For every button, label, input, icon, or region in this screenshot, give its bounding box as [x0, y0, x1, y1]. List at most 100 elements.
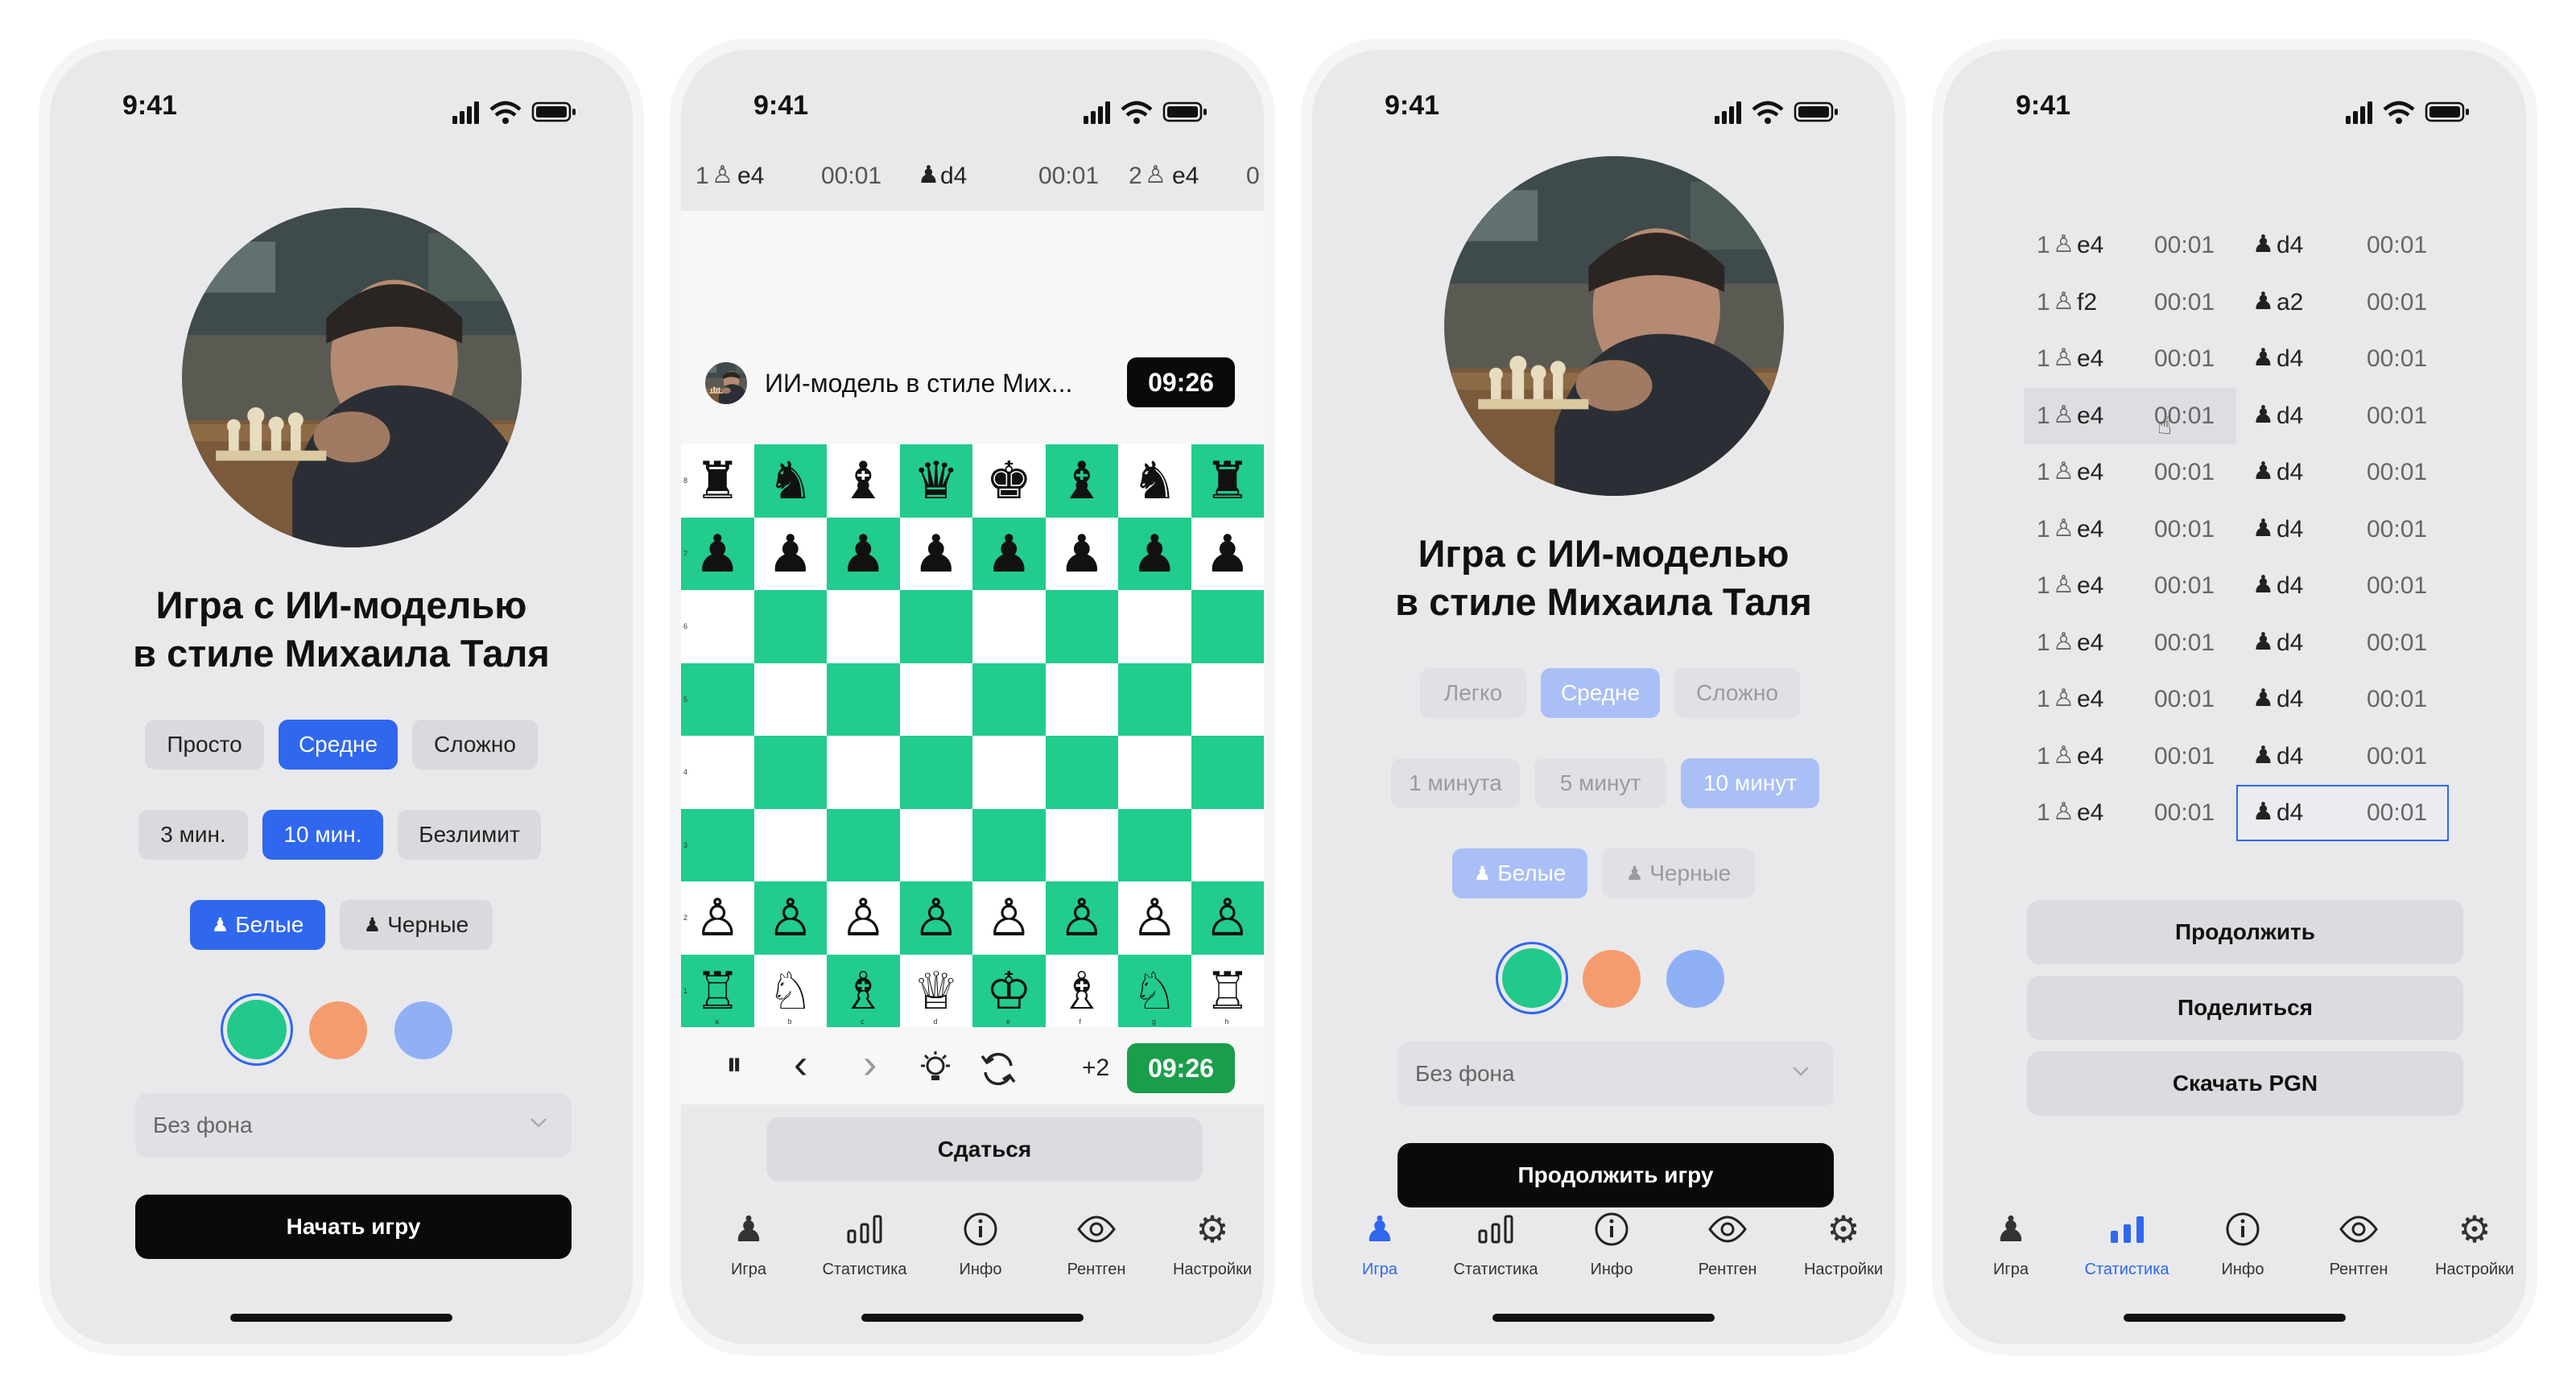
board-square[interactable]: ♖	[681, 954, 754, 1027]
board-square[interactable]: ♙	[1045, 881, 1118, 955]
chess-board[interactable]: ♜ ♞ ♝ ♛ ♚ ♝ ♞ ♜ 8 ♟ ♟ ♟ ♟ ♟ ♟ ♟ ♟ 7 6 5 4 3 ♙ ♙ ♙ ♙ ♙ ♙ ♙ ♙ 2 ♖ ♘ ♗ ♕ ♔ ♗ ♘ ♖ 1…	[681, 444, 1264, 1027]
board-square[interactable]	[899, 590, 972, 663]
board-square[interactable]: ♟	[827, 517, 900, 590]
board-square[interactable]	[972, 736, 1046, 809]
board-square[interactable]: ♟	[1118, 517, 1191, 590]
chess-piece[interactable]: ♘	[1132, 965, 1178, 1017]
tab-xray[interactable]: Рентген	[1671, 1209, 1784, 1279]
move-row[interactable]: 1 ♙ e4 00:01 ♟ d4 00:01	[2024, 387, 2458, 444]
board-square[interactable]: ♞	[1118, 444, 1191, 518]
pause-icon[interactable]: ⏸	[726, 1046, 742, 1083]
chess-piece[interactable]: ♙	[1204, 892, 1250, 943]
hint-bulb-icon[interactable]	[918, 1051, 953, 1087]
time-1min-button[interactable]: 1 минута	[1391, 758, 1520, 808]
board-square[interactable]	[827, 808, 900, 881]
back-icon[interactable]: ‹	[794, 1040, 807, 1088]
chess-piece[interactable]: ♗	[840, 965, 886, 1017]
board-square[interactable]: ♟	[681, 517, 754, 590]
chess-piece[interactable]: ♖	[695, 965, 741, 1017]
time-5min-button[interactable]: 5 минут	[1534, 758, 1666, 808]
difficulty-hard-button[interactable]: Сложно	[1674, 668, 1800, 718]
board-square[interactable]	[1191, 736, 1264, 809]
board-square[interactable]	[681, 808, 754, 881]
board-square[interactable]	[899, 808, 972, 881]
board-square[interactable]: ♕	[899, 954, 972, 1027]
board-square[interactable]	[1045, 590, 1118, 663]
move-row[interactable]: 1 ♙ e4 00:01 ♟ d4 00:01	[2024, 217, 2458, 274]
background-select[interactable]: Без фона	[1397, 1042, 1834, 1106]
tab-info[interactable]: Инфо	[1555, 1209, 1668, 1279]
board-square[interactable]: ♟	[1045, 517, 1118, 590]
color-swatch-green[interactable]	[221, 993, 293, 1066]
board-square[interactable]	[827, 590, 900, 663]
chess-piece[interactable]: ♞	[1132, 455, 1178, 506]
board-square[interactable]: ♙	[681, 881, 754, 955]
color-swatch-green[interactable]	[1496, 942, 1568, 1014]
chess-piece[interactable]: ♙	[1132, 892, 1178, 943]
board-square[interactable]	[899, 736, 972, 809]
chess-piece[interactable]: ♟	[1059, 528, 1104, 580]
side-black-button[interactable]: ♟ Черные	[340, 900, 493, 950]
board-square[interactable]	[753, 736, 827, 809]
chess-piece[interactable]: ♗	[1059, 965, 1104, 1017]
move-row[interactable]: 1 ♙ e4 00:01 ♟ d4 00:01	[2024, 615, 2458, 671]
chess-piece[interactable]: ♝	[840, 455, 886, 506]
chess-piece[interactable]: ♙	[695, 892, 741, 943]
chess-piece[interactable]: ♟	[695, 528, 741, 580]
chess-piece[interactable]: ♛	[913, 455, 959, 506]
tab-settings[interactable]: ⚙ Настройки	[2418, 1208, 2526, 1279]
time-3min-button[interactable]: 3 мин.	[138, 810, 248, 860]
forward-icon[interactable]: ›	[863, 1040, 877, 1088]
chess-piece[interactable]: ♙	[767, 892, 813, 943]
chess-piece[interactable]: ♚	[986, 455, 1032, 506]
move-row[interactable]: 1 ♙ e4 00:01 ♟ d4 00:01	[2024, 444, 2458, 501]
chess-piece[interactable]: ♙	[913, 892, 959, 943]
move-row[interactable]: 1 ♙ e4 00:01 ♟ d4 00:01	[2024, 671, 2458, 728]
board-square[interactable]	[1118, 736, 1191, 809]
chess-piece[interactable]: ♔	[986, 965, 1032, 1017]
chess-piece[interactable]: ♜	[1204, 455, 1250, 506]
board-square[interactable]: ♝	[827, 444, 900, 518]
board-square[interactable]: ♞	[753, 444, 827, 518]
chess-piece[interactable]: ♟	[767, 528, 813, 580]
board-square[interactable]	[681, 736, 754, 809]
tab-statistics[interactable]: Статистика	[1439, 1209, 1552, 1279]
board-square[interactable]	[681, 590, 754, 663]
side-white-button[interactable]: ♟ Белые	[190, 900, 325, 950]
difficulty-easy-button[interactable]: Легко	[1420, 668, 1526, 718]
color-swatch-blue[interactable]	[394, 1001, 452, 1059]
share-button[interactable]: Поделиться	[2027, 976, 2463, 1040]
board-square[interactable]: ♟	[753, 517, 827, 590]
background-select[interactable]: Без фона	[135, 1093, 572, 1158]
board-square[interactable]: ♟	[1191, 517, 1264, 590]
chess-piece[interactable]: ♟	[840, 528, 886, 580]
difficulty-medium-button[interactable]: Средне	[279, 720, 398, 770]
side-white-button[interactable]: ♟ Белые	[1452, 848, 1587, 898]
chess-piece[interactable]: ♟	[1204, 528, 1250, 580]
difficulty-hard-button[interactable]: Сложно	[412, 720, 538, 770]
board-square[interactable]	[1118, 808, 1191, 881]
chess-piece[interactable]: ♖	[1204, 965, 1250, 1017]
board-square[interactable]	[753, 808, 827, 881]
tab-game[interactable]: ♟ Игра	[1323, 1209, 1436, 1279]
chess-piece[interactable]: ♟	[1132, 528, 1178, 580]
side-black-button[interactable]: ♟ Черные	[1602, 848, 1755, 898]
tab-statistics[interactable]: Статистика	[2070, 1209, 2183, 1279]
board-square[interactable]: ♙	[827, 881, 900, 955]
tab-statistics[interactable]: Статистика	[808, 1209, 921, 1279]
tab-game[interactable]: ♟ Игра	[692, 1209, 805, 1279]
board-square[interactable]: ♙	[972, 881, 1046, 955]
tab-info[interactable]: Инфо	[2186, 1209, 2299, 1279]
board-square[interactable]	[1045, 662, 1118, 736]
continue-button[interactable]: Продолжить	[2027, 900, 2463, 964]
chess-piece[interactable]: ♕	[913, 965, 959, 1017]
start-game-button[interactable]: Начать игру	[135, 1195, 572, 1259]
board-square[interactable]: ♘	[753, 954, 827, 1027]
tab-settings[interactable]: ⚙ Настройки	[1156, 1208, 1264, 1279]
board-square[interactable]: ♟	[972, 517, 1046, 590]
board-square[interactable]: ♗	[827, 954, 900, 1027]
chess-piece[interactable]: ♝	[1059, 455, 1104, 506]
board-square[interactable]: ♙	[753, 881, 827, 955]
tab-settings[interactable]: ⚙ Настройки	[1787, 1208, 1895, 1279]
chess-piece[interactable]: ♙	[986, 892, 1032, 943]
